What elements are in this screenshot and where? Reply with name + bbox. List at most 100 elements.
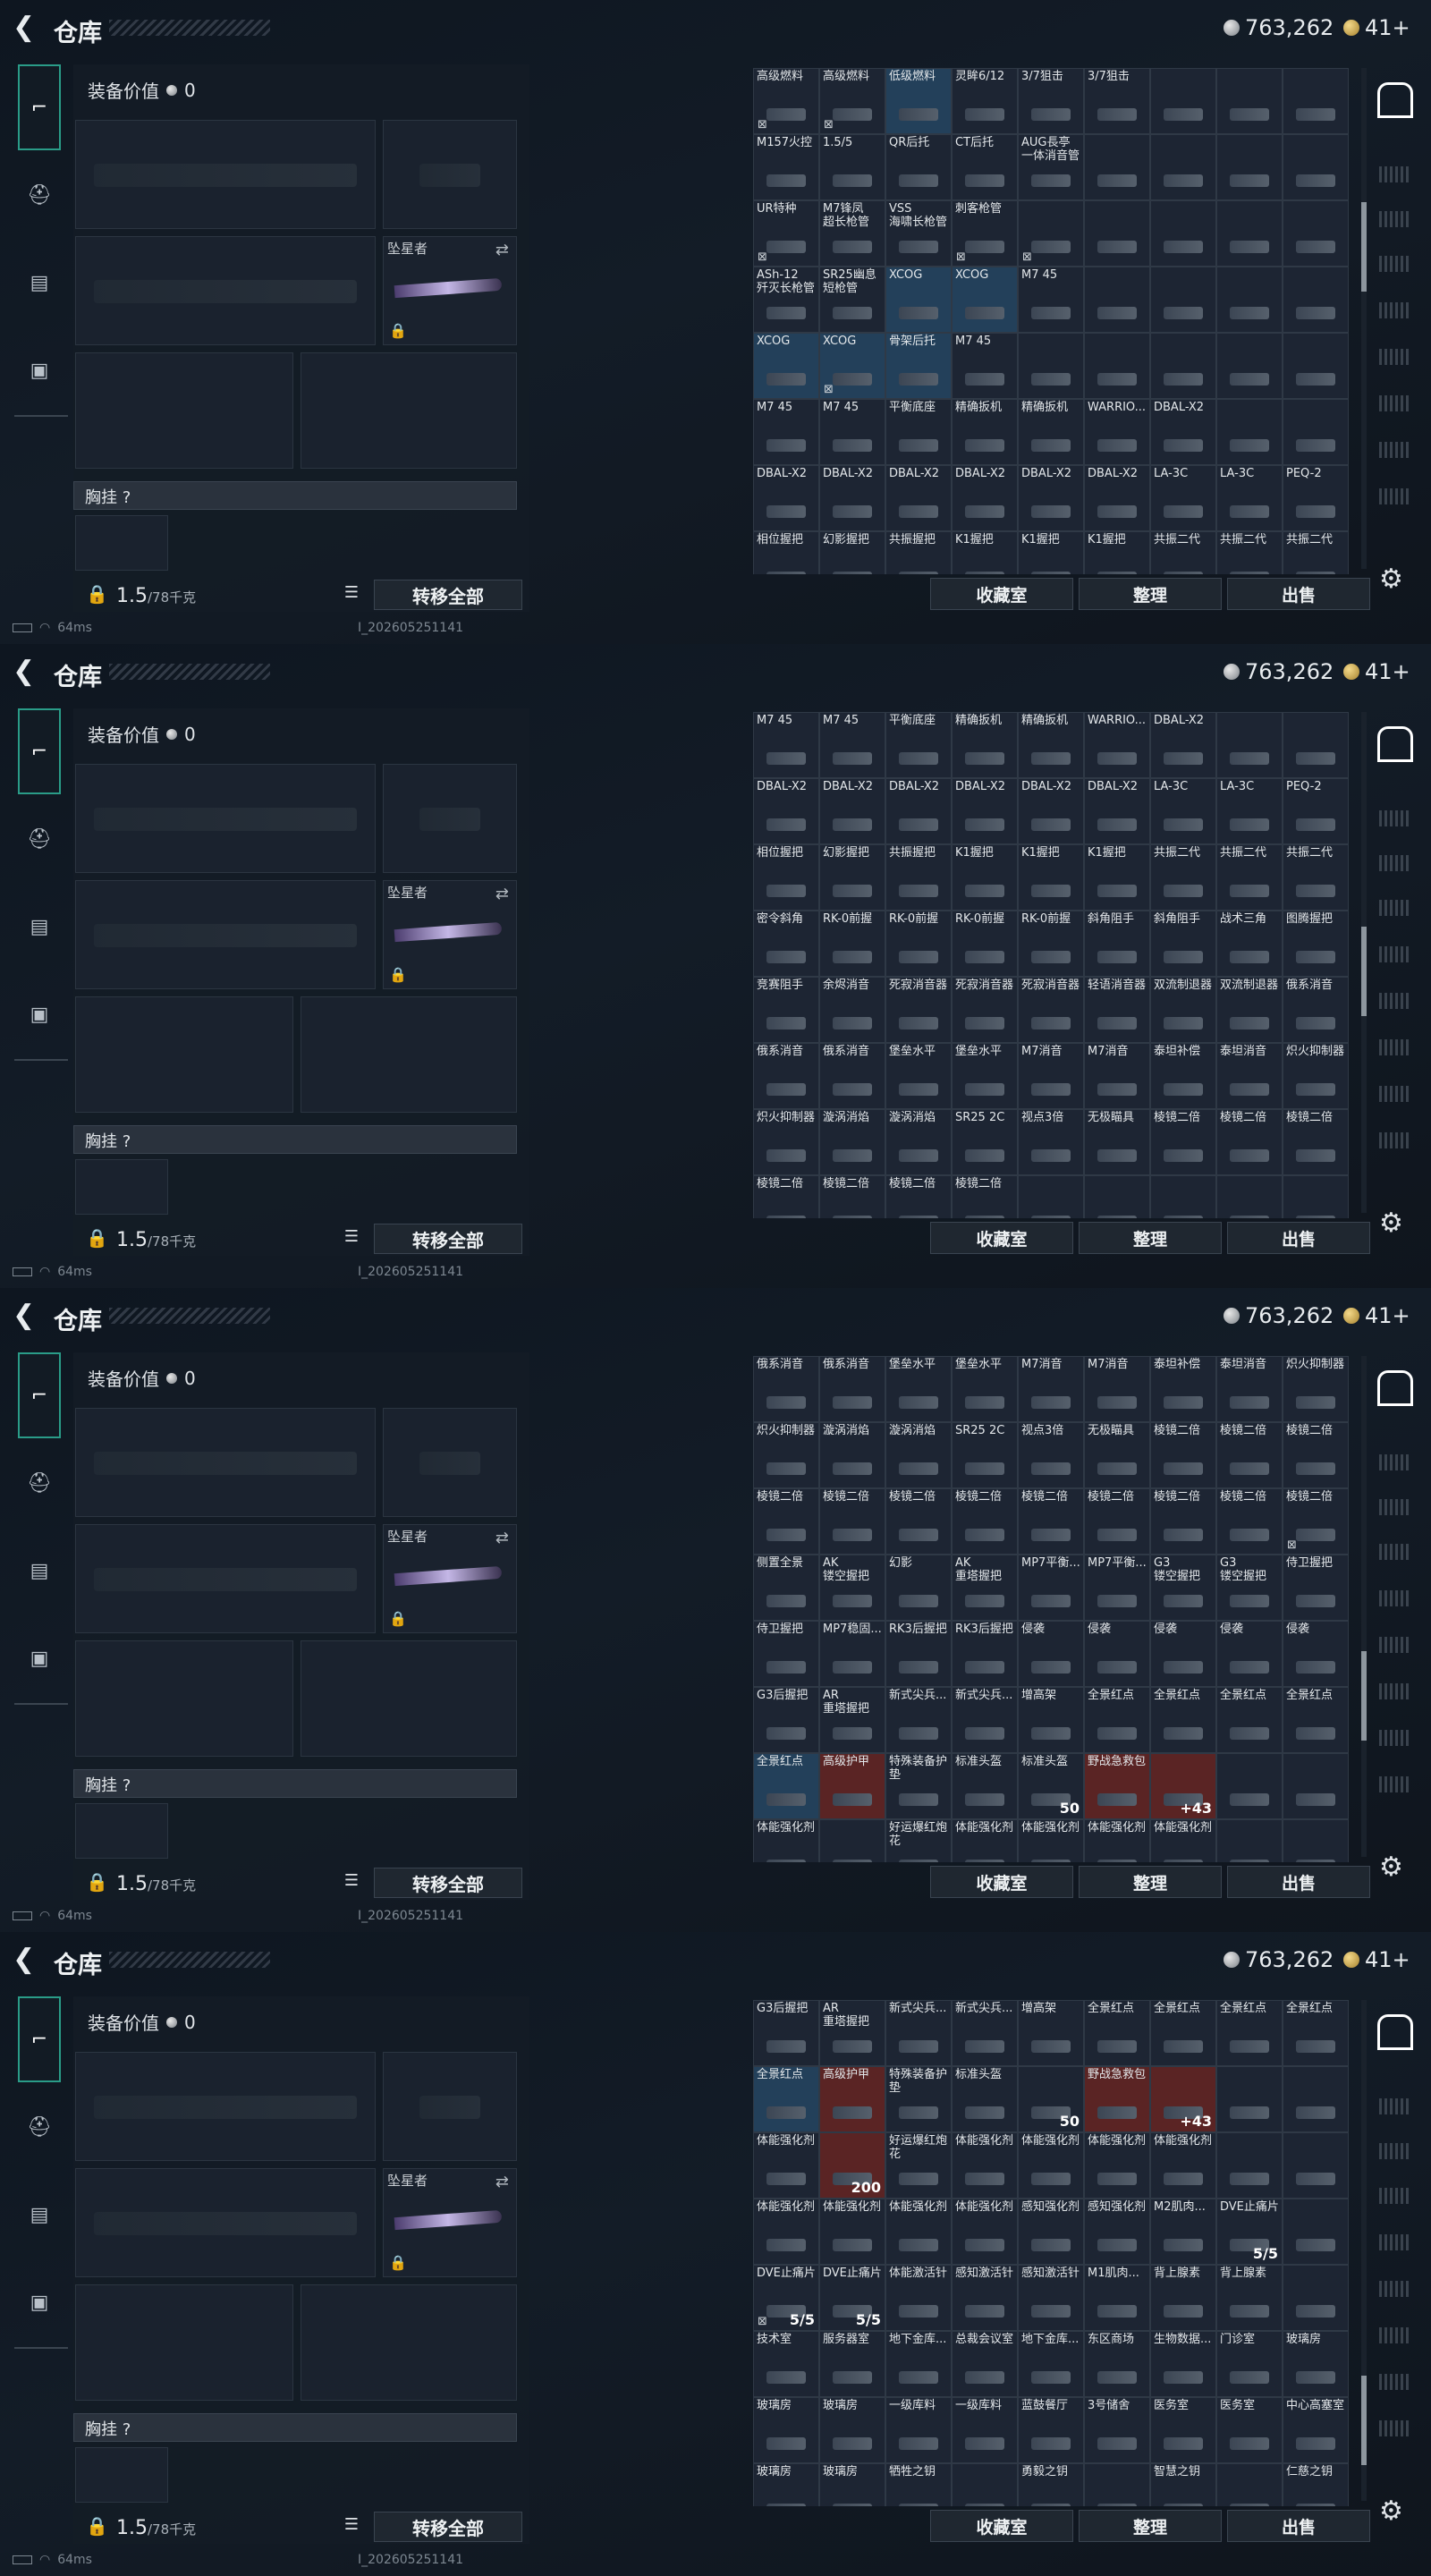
item-cell[interactable]: 200 bbox=[819, 2132, 885, 2199]
warehouse-tab[interactable] bbox=[1379, 2098, 1411, 2114]
scroll-thumb[interactable] bbox=[1361, 927, 1367, 1016]
armor-slot[interactable] bbox=[301, 352, 517, 469]
helmet-slot[interactable] bbox=[75, 352, 293, 469]
helmet-slot[interactable] bbox=[75, 996, 293, 1113]
item-cell[interactable]: 体能强化剂 bbox=[952, 2199, 1018, 2265]
warehouse-tab[interactable] bbox=[1379, 946, 1411, 962]
tab-weapons[interactable]: ⌐ bbox=[18, 708, 61, 794]
armor-slot[interactable] bbox=[301, 1640, 517, 1757]
item-cell[interactable]: 侵袭 bbox=[1216, 1621, 1283, 1687]
warehouse-logo-icon[interactable] bbox=[1377, 726, 1413, 762]
sell-button[interactable]: 出售 bbox=[1227, 1222, 1370, 1254]
item-cell[interactable]: 灵眸6/12 bbox=[952, 68, 1018, 134]
tab-armor[interactable]: ▤ bbox=[18, 261, 61, 304]
back-arrow-icon[interactable]: ❮ bbox=[13, 1301, 35, 1331]
warehouse-tab[interactable] bbox=[1379, 349, 1411, 365]
item-cell[interactable]: 增高架 bbox=[1018, 2000, 1084, 2066]
sort-button[interactable]: 整理 bbox=[1079, 1866, 1222, 1898]
sort-button[interactable]: 整理 bbox=[1079, 1222, 1222, 1254]
chest-rig-slot[interactable] bbox=[75, 2447, 168, 2503]
warehouse-tab[interactable] bbox=[1379, 395, 1411, 411]
item-cell[interactable]: 地下金库... bbox=[1018, 2331, 1084, 2397]
item-cell[interactable]: M1肌肉... bbox=[1084, 2265, 1150, 2331]
item-cell[interactable]: K1握把 bbox=[1018, 531, 1084, 574]
item-cell[interactable]: 双流制退器 bbox=[1216, 977, 1283, 1043]
item-cell[interactable]: K1握把 bbox=[1018, 844, 1084, 911]
item-cell[interactable] bbox=[1216, 134, 1283, 200]
item-cell[interactable]: 牺牲之钥 bbox=[885, 2463, 952, 2506]
item-cell[interactable]: 俄系消音 bbox=[819, 1356, 885, 1422]
item-cell[interactable]: 全景红点 bbox=[1283, 2000, 1349, 2066]
warehouse-logo-icon[interactable] bbox=[1377, 1370, 1413, 1406]
collection-room-button[interactable]: 收藏室 bbox=[930, 2510, 1073, 2542]
item-cell[interactable]: 勇毅之钥 bbox=[1018, 2463, 1084, 2506]
item-cell[interactable]: 高级护甲 bbox=[819, 2066, 885, 2132]
list-icon[interactable]: ☰ bbox=[340, 1871, 363, 1894]
warehouse-tab[interactable] bbox=[1379, 2234, 1411, 2250]
chest-rig-slot[interactable] bbox=[75, 515, 168, 571]
warehouse-tab[interactable] bbox=[1379, 442, 1411, 458]
item-cell[interactable]: 棱镜二倍 bbox=[819, 1175, 885, 1218]
secondary-weapon-slot[interactable] bbox=[75, 1524, 376, 1633]
item-cell[interactable]: 玻璃房 bbox=[819, 2463, 885, 2506]
item-cell[interactable]: G3后握把 bbox=[753, 2000, 819, 2066]
pistol-slot[interactable] bbox=[383, 2052, 517, 2161]
item-cell[interactable] bbox=[1216, 2132, 1283, 2199]
swap-icon[interactable]: ⇄ bbox=[495, 1529, 509, 1547]
item-cell[interactable]: 刺客枪管 ⊠ bbox=[952, 200, 1018, 267]
item-cell[interactable]: 炽火抑制器 bbox=[1283, 1356, 1349, 1422]
item-cell[interactable]: 增高架 bbox=[1018, 1687, 1084, 1753]
item-cell[interactable] bbox=[1283, 2066, 1349, 2132]
item-cell[interactable]: 棱镜二倍 bbox=[1150, 1488, 1216, 1555]
item-cell[interactable]: 新式尖兵... bbox=[885, 1687, 952, 1753]
armor-slot[interactable] bbox=[301, 2284, 517, 2401]
item-cell[interactable]: 生物数据... bbox=[1150, 2331, 1216, 2397]
item-cell[interactable]: 玻璃房 bbox=[753, 2397, 819, 2463]
item-cell[interactable]: 视点3倍 bbox=[1018, 1109, 1084, 1175]
item-cell[interactable]: 全景红点 bbox=[1216, 2000, 1283, 2066]
tab-armor[interactable]: ▤ bbox=[18, 2193, 61, 2236]
scroll-thumb[interactable] bbox=[1361, 202, 1367, 292]
primary-weapon-slot[interactable] bbox=[75, 764, 376, 873]
item-cell[interactable] bbox=[1084, 2463, 1150, 2506]
help-icon[interactable]: ? bbox=[123, 1132, 131, 1151]
warehouse-tab[interactable] bbox=[1379, 1683, 1411, 1699]
item-cell[interactable]: 棱镜二倍 ⊠ bbox=[1283, 1488, 1349, 1555]
warehouse-tab[interactable] bbox=[1379, 2420, 1411, 2436]
collection-room-button[interactable]: 收藏室 bbox=[930, 1866, 1073, 1898]
tab-backpack[interactable]: ▣ bbox=[18, 349, 61, 392]
item-cell[interactable]: XCOG ⊠ bbox=[819, 333, 885, 399]
list-icon[interactable]: ☰ bbox=[340, 2515, 363, 2538]
item-cell[interactable]: ⊠ bbox=[1018, 200, 1084, 267]
item-cell[interactable] bbox=[1216, 1753, 1283, 1819]
item-cell[interactable]: 全景红点 bbox=[753, 1753, 819, 1819]
move-all-button[interactable]: 转移全部 bbox=[374, 1868, 522, 1898]
tab-helmet[interactable]: ⛑ bbox=[18, 818, 61, 860]
item-cell[interactable] bbox=[1150, 134, 1216, 200]
chest-rig-slot[interactable] bbox=[75, 1803, 168, 1859]
item-cell[interactable]: 3/7狙击 bbox=[1084, 68, 1150, 134]
item-cell[interactable]: 高级护甲 bbox=[819, 1753, 885, 1819]
item-cell[interactable]: MP7平衡... bbox=[1084, 1555, 1150, 1621]
item-cell[interactable]: 余烬消音 bbox=[819, 977, 885, 1043]
item-cell[interactable]: UR特种 ⊠ bbox=[753, 200, 819, 267]
item-cell[interactable] bbox=[1216, 333, 1283, 399]
warehouse-tab[interactable] bbox=[1379, 302, 1411, 318]
item-cell[interactable]: 炽火抑制器 bbox=[753, 1109, 819, 1175]
item-cell[interactable]: 感知激活针 bbox=[952, 2265, 1018, 2331]
item-cell[interactable]: 3号储舍 bbox=[1084, 2397, 1150, 2463]
item-cell[interactable]: 感知强化剂 bbox=[1018, 2199, 1084, 2265]
warehouse-tab[interactable] bbox=[1379, 2281, 1411, 2297]
primary-weapon-slot[interactable] bbox=[75, 2052, 376, 2161]
item-cell[interactable]: 体能强化剂 bbox=[753, 2199, 819, 2265]
item-cell[interactable]: 泰坦补偿 bbox=[1150, 1356, 1216, 1422]
item-cell[interactable]: 斜角阻手 bbox=[1084, 911, 1150, 977]
item-cell[interactable]: 棱镜二倍 bbox=[753, 1175, 819, 1218]
item-cell[interactable]: ASh-12 歼灭长枪管 bbox=[753, 267, 819, 333]
item-cell[interactable]: 漩涡消焰 bbox=[885, 1422, 952, 1488]
melee-slot[interactable]: 坠星者 ⇄ 🔒 bbox=[383, 236, 517, 345]
item-cell[interactable]: 体能强化剂 bbox=[1150, 2132, 1216, 2199]
item-cell[interactable]: 背上腺素 bbox=[1216, 2265, 1283, 2331]
item-cell[interactable]: 棱镜二倍 bbox=[952, 1488, 1018, 1555]
sell-button[interactable]: 出售 bbox=[1227, 578, 1370, 610]
